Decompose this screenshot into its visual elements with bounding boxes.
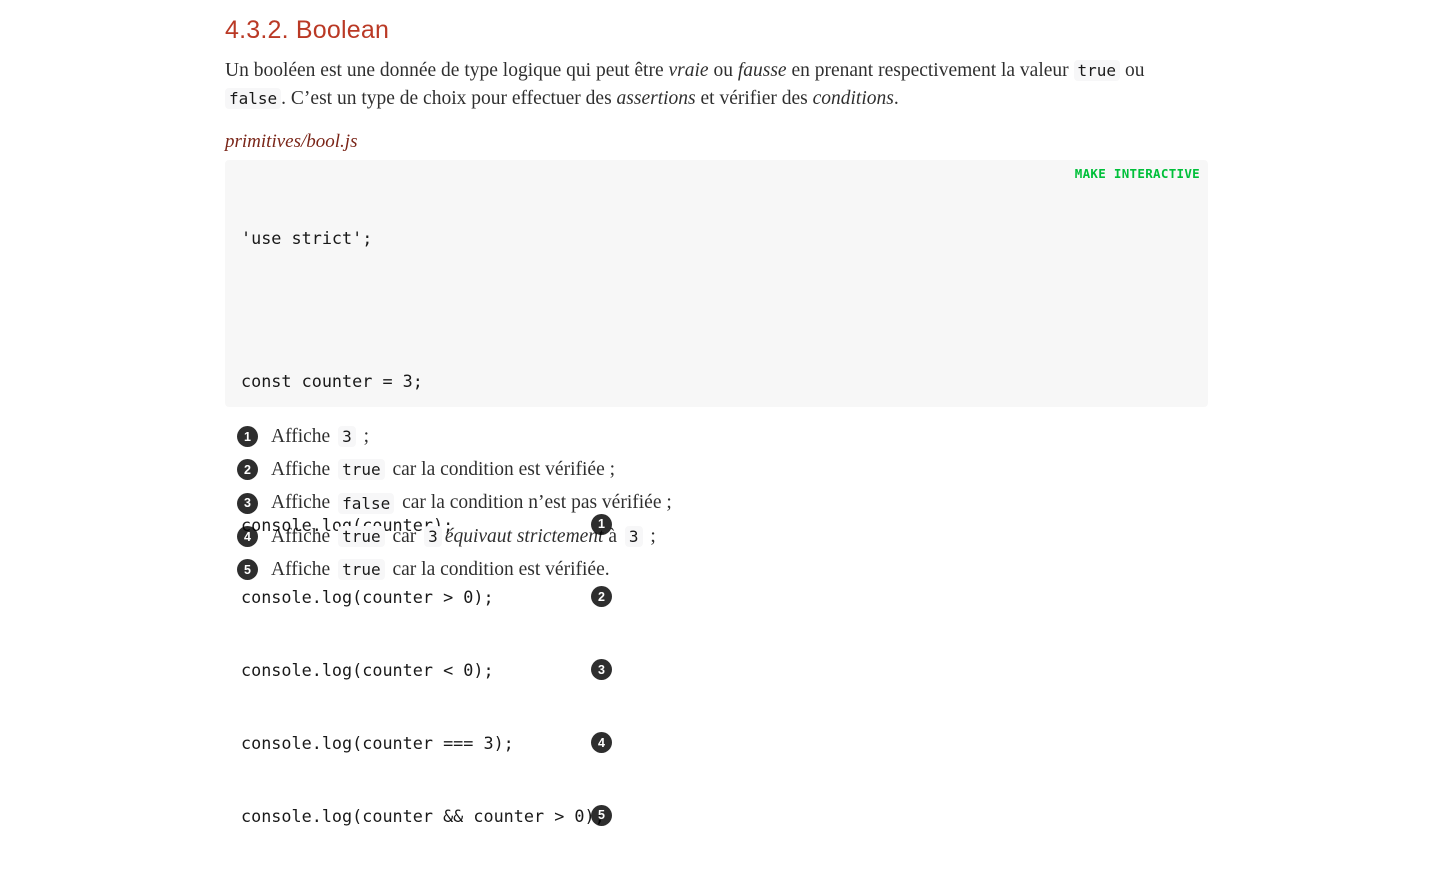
callout-text: car la condition est vérifiée ; <box>387 458 616 480</box>
callout-badge: 5 <box>591 805 612 827</box>
callout-badge: 4 <box>237 526 258 548</box>
callout-text: Affiche <box>271 525 336 547</box>
code-line: console.log(counter < 0); 3 <box>241 658 612 682</box>
callout-badge: 2 <box>237 459 258 481</box>
callout-text: Affiche <box>271 492 336 514</box>
callout-list: 1 Affiche 3 ; 2 Affiche true car la cond… <box>237 420 672 586</box>
callout-badge: 4 <box>591 732 612 754</box>
callout-text: ; <box>645 525 656 547</box>
make-interactive-button[interactable]: MAKE INTERACTIVE <box>1075 166 1200 181</box>
inline-code: true <box>338 526 385 548</box>
code-line-text: console.log(counter < 0); <box>241 660 494 681</box>
callout-text: Affiche <box>271 425 336 447</box>
listing-title: primitives/bool.js <box>225 131 358 152</box>
code-line: const counter = 3; <box>241 369 605 393</box>
code-line-text: 'use strict'; <box>241 227 373 248</box>
inline-code: 3 <box>424 526 442 548</box>
code-line-text: console.log(counter > 0); <box>241 587 494 608</box>
callout-list-item: 5 Affiche true car la condition est véri… <box>237 553 672 586</box>
code-line: 'use strict'; <box>241 226 605 250</box>
intro-text: . C’est un type de choix pour effectuer … <box>281 88 617 109</box>
intro-paragraph: Un booléen est une donnée de type logiqu… <box>225 57 1208 113</box>
callout-text: Affiche <box>271 558 336 580</box>
intro-emphasis: fausse <box>737 60 787 81</box>
callout-text: ; <box>358 425 370 447</box>
code-listing: MAKE INTERACTIVE 'use strict'; const cou… <box>225 160 1208 827</box>
callout-text: car la condition est vérifiée. <box>387 558 610 580</box>
code-line: console.log(counter === 3); 4 <box>241 731 612 755</box>
intro-emphasis: conditions <box>812 88 894 109</box>
callout-text: à <box>603 525 622 547</box>
callout-list-item: 4 Affiche true car 3 équivaut strictemen… <box>237 520 672 553</box>
intro-text: ou <box>1120 60 1145 81</box>
inline-code: true <box>338 459 385 481</box>
callout-badge: 1 <box>237 426 258 448</box>
intro-text: et vérifier des <box>695 88 813 109</box>
code-line-text: console.log(counter && counter > 0); <box>241 806 605 827</box>
section-title: 4.3.2. Boolean <box>225 16 390 44</box>
inline-code: false <box>225 88 282 109</box>
intro-text: en prenant respectivement la valeur <box>786 60 1074 81</box>
intro-text: . <box>893 88 899 109</box>
code-line-text: const counter = 3; <box>241 371 423 392</box>
callout-text: car <box>387 525 422 547</box>
inline-code: 3 <box>624 526 643 548</box>
callout-badge: 3 <box>591 659 612 681</box>
callout-badge: 5 <box>237 559 258 581</box>
intro-emphasis: assertions <box>616 88 696 109</box>
code-line: console.log(counter > 0); 2 <box>241 585 612 609</box>
callout-text: Affiche <box>271 458 336 480</box>
callout-emphasis: équivaut strictement <box>444 525 604 547</box>
code-line-text: console.log(counter === 3); <box>241 733 514 754</box>
callout-badge: 3 <box>237 492 258 514</box>
inline-code: false <box>338 492 395 514</box>
inline-code: true <box>338 559 385 581</box>
callout-list-item: 2 Affiche true car la condition est véri… <box>237 453 672 486</box>
inline-code: 3 <box>338 426 356 448</box>
intro-text: ou <box>708 60 738 81</box>
callout-text: car la condition n’est pas vérifiée ; <box>397 492 672 514</box>
code-line: console.log(counter && counter > 0); 5 <box>241 804 612 828</box>
intro-emphasis: vraie <box>668 60 709 81</box>
callout-list-item: 1 Affiche 3 ; <box>237 420 672 453</box>
callout-list-item: 3 Affiche false car la condition n’est p… <box>237 487 672 520</box>
inline-code: true <box>1073 60 1121 81</box>
intro-text: Un booléen est une donnée de type logiqu… <box>225 60 669 81</box>
callout-badge: 2 <box>591 586 612 608</box>
